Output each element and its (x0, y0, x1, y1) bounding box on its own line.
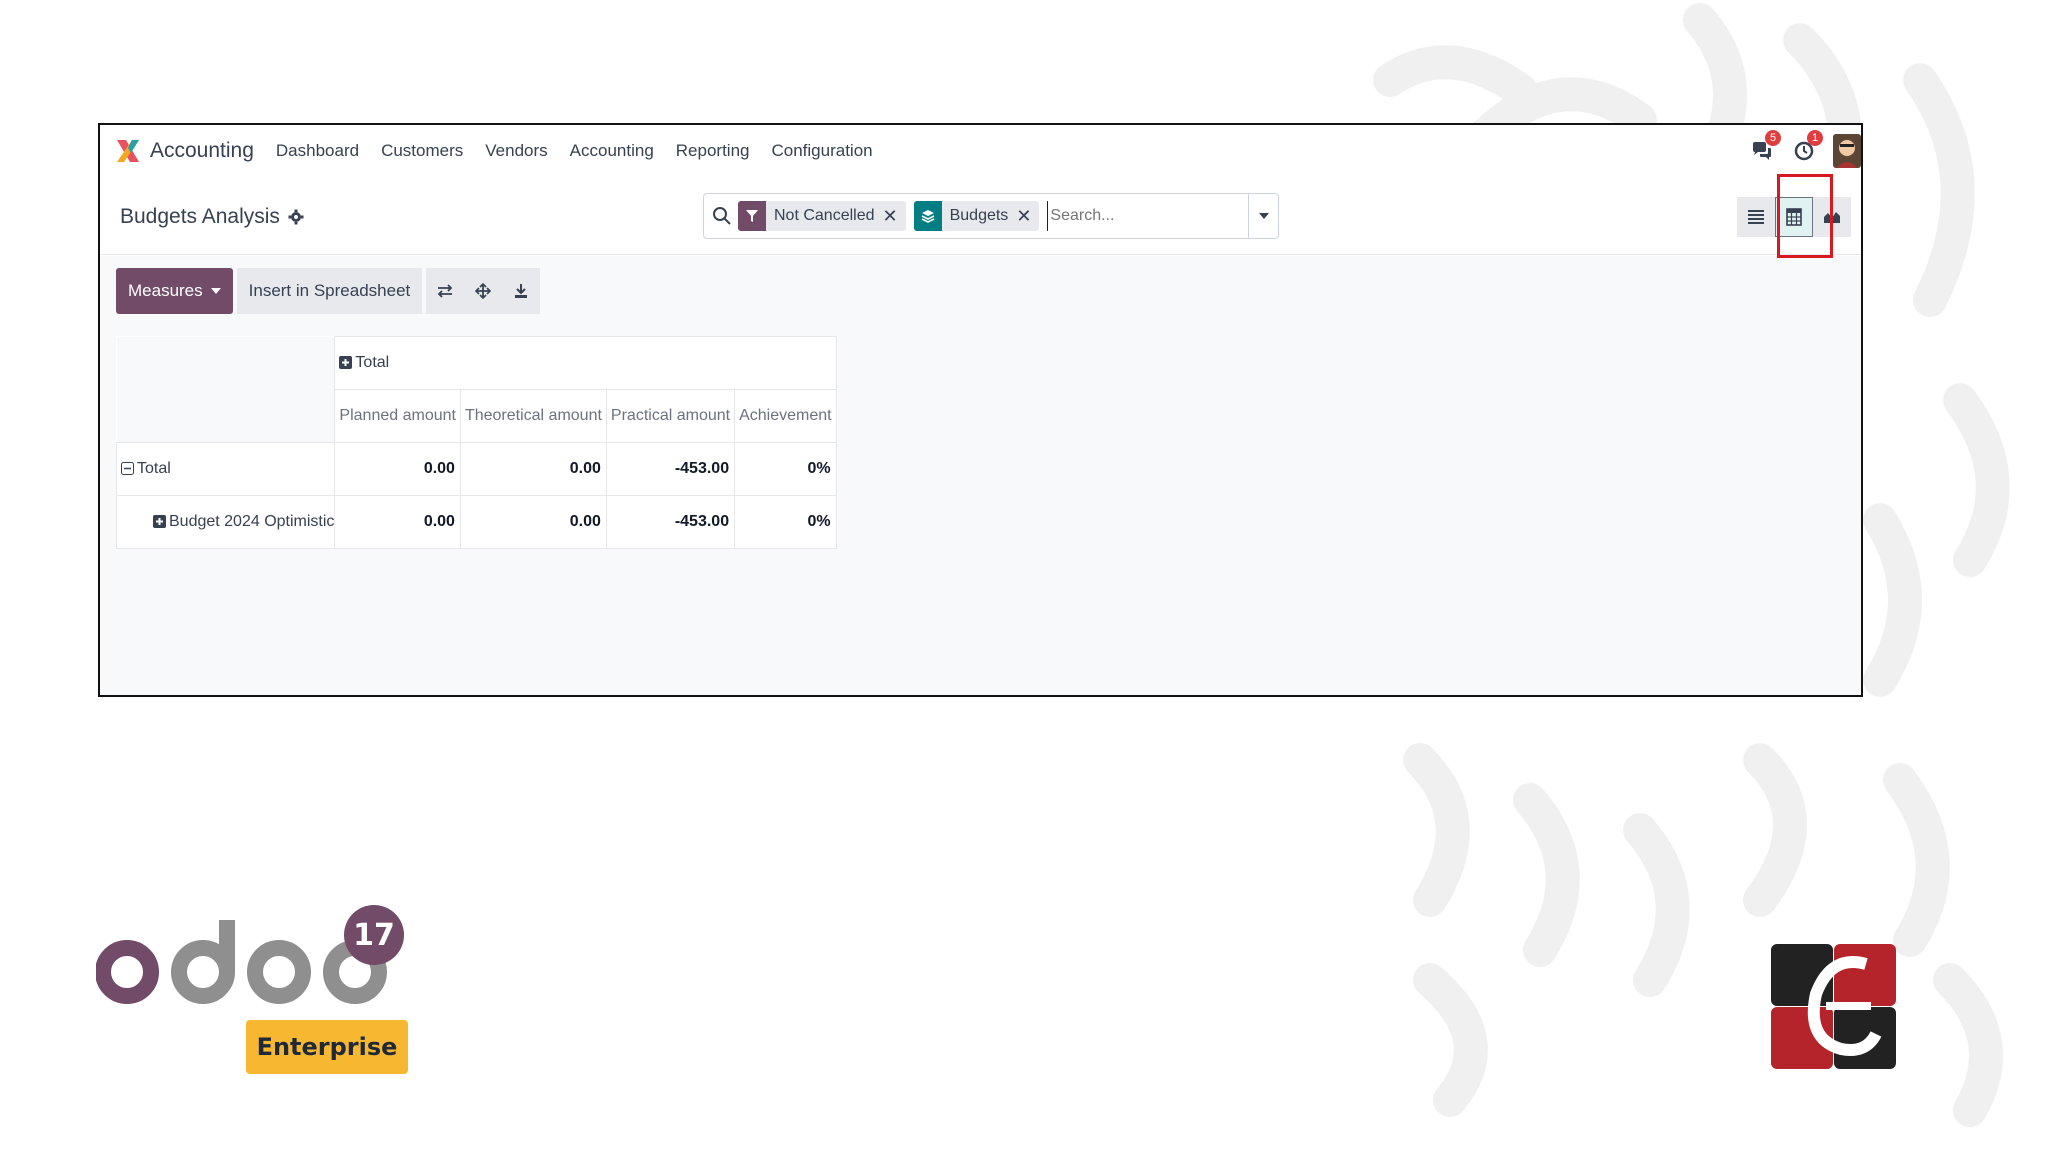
pivot-corner (116, 336, 335, 390)
group-by-icon (913, 201, 942, 231)
measures-button[interactable]: Measures (116, 268, 233, 314)
company-logo (1771, 944, 1896, 1069)
minus-square-icon (121, 462, 134, 475)
menu-vendors[interactable]: Vendors (485, 141, 547, 161)
pivot-content: Measures Insert in Spreadsheet Total Pla… (100, 256, 1861, 695)
flip-axis-button[interactable] (426, 268, 465, 314)
facet-remove-button[interactable]: ✕ (1016, 206, 1039, 227)
table-row: Budget 2024 Optimistic 0.00 0.00 -453.00… (115, 495, 837, 549)
gear-icon[interactable] (288, 209, 304, 225)
control-panel: Budgets Analysis Not Cancelled ✕ Budgets… (100, 177, 1861, 255)
measures-label: Measures (128, 281, 203, 300)
measure-header[interactable]: Theoretical amount (459, 389, 607, 443)
breadcrumb: Budgets Analysis (120, 205, 304, 229)
pivot-cell[interactable]: 0% (734, 442, 837, 496)
search-facet-groupby: Budgets ✕ (913, 201, 1040, 231)
download-icon (515, 284, 528, 298)
pivot-row-header-total[interactable]: Total (115, 442, 336, 496)
app-window: Accounting Dashboard Customers Vendors A… (98, 123, 1863, 697)
list-view-button[interactable] (1737, 197, 1775, 237)
top-navbar: Accounting Dashboard Customers Vendors A… (100, 125, 1861, 177)
pivot-cell[interactable]: 0.00 (459, 495, 607, 549)
insert-in-spreadsheet-button[interactable]: Insert in Spreadsheet (236, 268, 423, 314)
area-chart-icon (1824, 212, 1840, 223)
activities-button[interactable]: 1 (1791, 130, 1823, 164)
search-facet-filter: Not Cancelled ✕ (738, 201, 906, 231)
menu-dashboard[interactable]: Dashboard (276, 141, 359, 161)
menu-reporting[interactable]: Reporting (676, 141, 750, 161)
pivot-view-button[interactable] (1775, 197, 1813, 237)
search-bar: Not Cancelled ✕ Budgets ✕ (703, 193, 1279, 239)
pivot-cell[interactable]: 0.00 (459, 442, 607, 496)
measure-header[interactable]: Practical amount (605, 389, 736, 443)
menu-accounting[interactable]: Accounting (570, 141, 654, 161)
accounting-app-icon[interactable] (114, 136, 142, 166)
search-options-toggle[interactable] (1248, 194, 1278, 238)
menu-configuration[interactable]: Configuration (772, 141, 873, 161)
row-header-label: Total (137, 460, 171, 477)
pivot-cell[interactable]: 0.00 (334, 495, 461, 549)
pivot-cell[interactable]: -453.00 (605, 442, 736, 496)
plus-square-icon (339, 356, 353, 369)
graph-view-button[interactable] (1813, 197, 1851, 237)
pivot-measure-row: Planned amount Theoretical amount Practi… (116, 389, 837, 443)
activities-count-badge: 1 (1807, 130, 1823, 146)
measure-header[interactable]: Planned amount (334, 389, 461, 443)
app-name[interactable]: Accounting (150, 139, 254, 163)
menu-customers[interactable]: Customers (381, 141, 463, 161)
messages-count-badge: 5 (1765, 130, 1781, 146)
pivot-cell[interactable]: 0% (734, 495, 837, 549)
filter-icon (738, 201, 766, 231)
pivot-toolbar: Measures Insert in Spreadsheet (116, 268, 541, 314)
col-header-label: Total (355, 354, 390, 371)
messages-button[interactable]: 5 (1749, 130, 1781, 164)
pivot-table-icon (1786, 208, 1802, 226)
expand-all-button[interactable] (464, 268, 503, 314)
navbar-systray: 5 1 (1749, 125, 1861, 177)
list-icon (1748, 210, 1764, 224)
view-switcher (1737, 197, 1851, 237)
pivot-row-header-budget[interactable]: Budget 2024 Optimistic (115, 495, 336, 549)
insert-label: Insert in Spreadsheet (248, 281, 411, 300)
pivot-header-row: Total (116, 336, 837, 390)
pivot-col-header-total[interactable]: Total (334, 336, 837, 390)
pivot-cell[interactable]: -453.00 (605, 495, 736, 549)
flip-axis-icon (437, 284, 453, 298)
version-badge: 17 (344, 905, 404, 965)
facet-remove-button[interactable]: ✕ (883, 206, 906, 227)
pivot-corner (116, 389, 335, 443)
expand-all-icon (475, 283, 492, 299)
measure-header[interactable]: Achievement (734, 389, 837, 443)
table-row: Total 0.00 0.00 -453.00 0% (115, 442, 837, 496)
search-icon (713, 207, 731, 225)
page-title: Budgets Analysis (120, 205, 280, 228)
search-input[interactable] (1047, 201, 1268, 231)
download-button[interactable] (502, 268, 541, 314)
row-header-label: Budget 2024 Optimistic (169, 513, 335, 530)
user-avatar[interactable] (1833, 134, 1861, 168)
pivot-cell[interactable]: 0.00 (334, 442, 461, 496)
facet-label: Not Cancelled (774, 207, 875, 224)
caret-down-icon (1258, 213, 1269, 219)
pivot-table: Total Planned amount Theoretical amount … (115, 336, 837, 549)
facet-label: Budgets (949, 207, 1009, 224)
caret-down-icon (210, 288, 221, 294)
enterprise-badge: Enterprise (246, 1020, 408, 1074)
plus-square-icon (153, 515, 166, 528)
